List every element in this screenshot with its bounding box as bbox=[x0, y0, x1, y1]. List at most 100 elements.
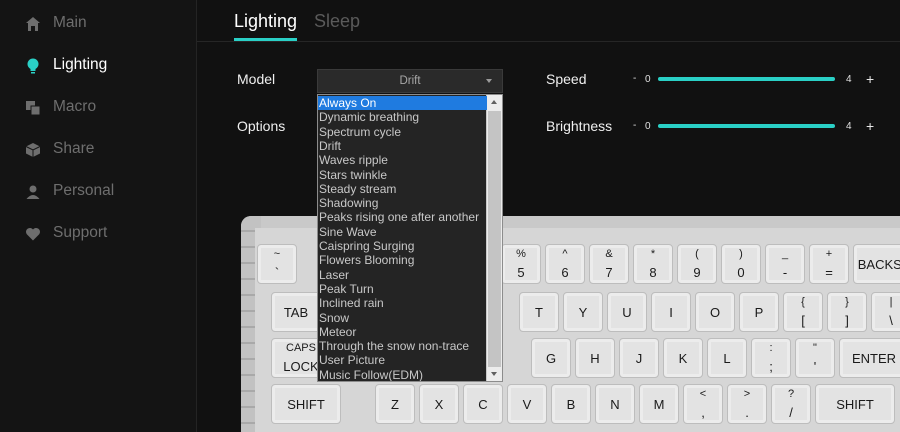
dropdown-option[interactable]: Through the snow non-trace bbox=[318, 339, 487, 353]
keycap-label: 9 bbox=[693, 265, 701, 280]
keycap-label: ` bbox=[274, 265, 280, 280]
keycap: }] bbox=[827, 292, 867, 332]
brightness-plus-button[interactable]: + bbox=[866, 118, 874, 134]
keycap-shift-label: : bbox=[769, 342, 773, 354]
keycap: | \ bbox=[871, 292, 900, 332]
keycap: L bbox=[707, 338, 747, 378]
options-label: Options bbox=[237, 118, 286, 134]
tab-sleep[interactable]: Sleep bbox=[314, 11, 360, 32]
dropdown-option[interactable]: Music Follow(EDM) bbox=[318, 368, 487, 381]
dropdown-option[interactable]: Sine Wave bbox=[318, 225, 487, 239]
keycap: {[ bbox=[783, 292, 823, 332]
speed-minus-button[interactable]: - bbox=[633, 73, 636, 84]
keycap-label: X bbox=[434, 397, 444, 412]
keycap-shift-label: & bbox=[605, 248, 613, 260]
keycap-shift-label: ~ bbox=[273, 248, 281, 260]
model-label: Model bbox=[237, 71, 276, 87]
keycap-shift-label: " bbox=[813, 342, 817, 354]
chevron-down-icon bbox=[486, 79, 492, 83]
dropdown-option[interactable]: Steady stream bbox=[318, 182, 487, 196]
keycap-label: T bbox=[535, 305, 543, 320]
model-dropdown-list[interactable]: Always On Dynamic breathing Spectrum cycle… bbox=[317, 94, 503, 382]
sidebar-item-label: Macro bbox=[53, 98, 97, 115]
keycap-shift-label: { bbox=[801, 296, 805, 308]
keycap-label: H bbox=[590, 351, 600, 366]
brightness-min-value: 0 bbox=[645, 121, 651, 132]
keycap-label: U bbox=[622, 305, 632, 320]
keycap: * 8 bbox=[633, 244, 673, 284]
dropdown-scrollbar[interactable] bbox=[486, 95, 502, 381]
keycap-label: ENTER bbox=[851, 351, 897, 366]
keycap-shift-label: ? bbox=[787, 388, 795, 400]
dropdown-option[interactable]: Flowers Blooming bbox=[318, 253, 487, 267]
sidebar-item-share[interactable]: Share bbox=[0, 135, 196, 165]
keycap: Y bbox=[563, 292, 603, 332]
keycap: <, bbox=[683, 384, 723, 424]
brightness-slider[interactable] bbox=[658, 124, 835, 128]
dropdown-option[interactable]: Snow bbox=[318, 311, 487, 325]
dropdown-option[interactable]: Shadowing bbox=[318, 196, 487, 210]
keycap-shift-label: } bbox=[845, 296, 849, 308]
keycap: TAB bbox=[271, 292, 321, 332]
dropdown-option[interactable]: Laser bbox=[318, 268, 487, 282]
dropdown-option[interactable]: Waves ripple bbox=[318, 153, 487, 167]
dropdown-option[interactable]: Always On bbox=[318, 96, 487, 111]
keycap-label: - bbox=[782, 265, 788, 280]
keycap-label: B bbox=[566, 397, 576, 412]
keycap-label: [ bbox=[801, 313, 805, 328]
keycap-label: N bbox=[610, 397, 620, 412]
sidebar-item-main[interactable]: Main bbox=[0, 9, 196, 39]
keycap: C bbox=[463, 384, 503, 424]
keycap: G bbox=[531, 338, 571, 378]
dropdown-option[interactable]: Meteor bbox=[318, 325, 487, 339]
dropdown-option[interactable]: Drift bbox=[318, 139, 487, 153]
dropdown-option[interactable]: User Picture bbox=[318, 353, 487, 367]
keycap-label: G bbox=[545, 351, 557, 366]
dropdown-option[interactable]: Peaks rising one after another bbox=[318, 210, 487, 224]
scrollbar-thumb[interactable] bbox=[488, 111, 501, 367]
dropdown-option[interactable]: Spectrum cycle bbox=[318, 125, 487, 139]
keycap-label: = bbox=[825, 265, 833, 280]
keycap: % 5 bbox=[501, 244, 541, 284]
keycap: + = bbox=[809, 244, 849, 284]
keycap: (9 bbox=[677, 244, 717, 284]
keycap-label: L bbox=[723, 351, 731, 366]
keycap-shift-label: > bbox=[743, 388, 751, 400]
dropdown-option[interactable]: Stars twinkle bbox=[318, 168, 487, 182]
tab-lighting[interactable]: Lighting bbox=[234, 11, 298, 41]
sidebar-item-support[interactable]: Support bbox=[0, 219, 196, 249]
keycap-label: 6 bbox=[561, 265, 569, 280]
sidebar-item-personal[interactable]: Personal bbox=[0, 177, 196, 207]
dropdown-option[interactable]: Caispring Surging bbox=[318, 239, 487, 253]
keycap: & 7 bbox=[589, 244, 629, 284]
brightness-max-value: 4 bbox=[846, 121, 852, 132]
dropdown-option[interactable]: Peak Turn bbox=[318, 282, 487, 296]
speed-plus-button[interactable]: + bbox=[866, 71, 874, 87]
keycap-shift-label: | bbox=[889, 296, 893, 308]
model-select[interactable]: Drift bbox=[317, 69, 503, 93]
keycap-shift-label: % bbox=[516, 248, 526, 260]
keycap: U bbox=[607, 292, 647, 332]
sidebar-item-label: Personal bbox=[53, 182, 115, 199]
dropdown-option[interactable]: Dynamic breathing bbox=[318, 110, 487, 124]
keycap-label: C bbox=[478, 397, 488, 412]
scroll-down-icon[interactable] bbox=[491, 372, 497, 376]
keycap-label: K bbox=[678, 351, 688, 366]
scroll-up-icon[interactable] bbox=[491, 100, 497, 104]
person-icon bbox=[26, 185, 40, 199]
cube-icon bbox=[25, 143, 41, 157]
keycap-shift-label: ^ bbox=[562, 248, 568, 260]
sidebar-item-macro[interactable]: Macro bbox=[0, 93, 196, 123]
heart-icon bbox=[26, 227, 40, 241]
sidebar-item-lighting[interactable]: Lighting bbox=[0, 51, 196, 81]
sidebar-item-label: Share bbox=[53, 140, 95, 157]
keycap-label: \ bbox=[889, 313, 893, 328]
keycap: :; bbox=[751, 338, 791, 378]
keycap: ^ 6 bbox=[545, 244, 585, 284]
dropdown-option[interactable]: Inclined rain bbox=[318, 296, 487, 310]
keycap-label: 5 bbox=[517, 265, 525, 280]
brightness-minus-button[interactable]: - bbox=[633, 120, 636, 131]
keycap-label: BACKSPA bbox=[857, 257, 900, 272]
keycap: B bbox=[551, 384, 591, 424]
speed-slider[interactable] bbox=[658, 77, 835, 81]
